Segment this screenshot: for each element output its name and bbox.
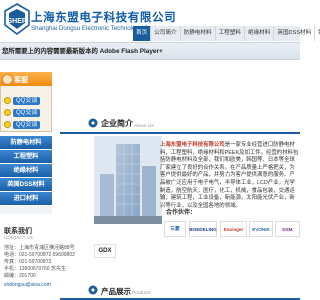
qq-penguin-icon bbox=[4, 97, 11, 104]
contact-address: 地址：上海市青浦区横泾路88号 bbox=[4, 245, 75, 251]
qq-penguin-icon bbox=[4, 121, 11, 128]
gdx-logo[interactable]: GDX bbox=[94, 244, 116, 258]
nav-home[interactable]: 首页 bbox=[133, 26, 152, 41]
logo-text: SHEP bbox=[7, 18, 26, 25]
nav-sales[interactable]: 销售 bbox=[315, 26, 320, 41]
nav-insulation[interactable]: 绝缘材料 bbox=[245, 26, 275, 41]
qq-chat-label: QQ交谈 bbox=[13, 120, 41, 129]
company-logo[interactable]: SHEP bbox=[4, 3, 30, 35]
about-icon bbox=[88, 118, 98, 128]
company-name-cn: 上海东盟电子科技有限公司 bbox=[31, 12, 177, 24]
partner-logo[interactable]: EVONIK bbox=[249, 221, 273, 237]
contact-title-en: CONTACT US bbox=[4, 235, 33, 240]
partners-label: 合作伙伴： bbox=[166, 210, 197, 216]
qq-chat-button[interactable]: QQ交谈 bbox=[4, 96, 48, 105]
products-title: 产品展示 bbox=[101, 287, 131, 296]
nav-plastics[interactable]: 工程塑料 bbox=[216, 26, 245, 41]
contact-postcode: 邮编：201700 bbox=[4, 273, 36, 279]
intro-body: 是一家专业经营进口防静电材料，工程塑料，绝缘材料和PEEK及加工件。经营的材料包… bbox=[160, 142, 299, 209]
service-title: 客服 bbox=[14, 77, 28, 84]
nav-antistatic[interactable]: 防静电材料 bbox=[181, 26, 216, 41]
category-antistatic[interactable]: 防静电材料 bbox=[0, 136, 52, 150]
nav-about[interactable]: 公司简介 bbox=[151, 26, 181, 41]
flash-notice[interactable]: 您所需要上的内容需要最新版本的 Adobe Flash Player+ bbox=[2, 46, 163, 55]
intro-lead: 上海东盟电子科技有限公司 bbox=[160, 142, 225, 148]
products-title-en: Products bbox=[132, 291, 151, 296]
partner-logo[interactable]: BOEDELING bbox=[189, 221, 217, 237]
category-imported[interactable]: 进口材料 bbox=[0, 192, 52, 206]
service-avatar-icon bbox=[2, 74, 13, 85]
qq-penguin-icon bbox=[4, 109, 11, 116]
qq-chat-button[interactable]: QQ交谈 bbox=[4, 120, 48, 129]
qq-chat-label: QQ交谈 bbox=[13, 96, 41, 105]
partner-logo[interactable]: Ensinger bbox=[220, 221, 247, 237]
qq-chat-label: QQ交谈 bbox=[13, 108, 41, 117]
category-insulation[interactable]: 绝缘材料 bbox=[0, 164, 52, 178]
contact-phone: 电话：021-59700872 59699802 bbox=[4, 252, 75, 258]
category-dss[interactable]: 英国DSS材料 bbox=[0, 178, 52, 192]
contact-fax: 传真：021-59700873 bbox=[4, 259, 52, 265]
partner-logo[interactable]: 三菱 bbox=[164, 221, 186, 237]
category-plastics[interactable]: 工程塑料 bbox=[0, 150, 52, 164]
office-building-image bbox=[94, 136, 162, 224]
products-icon bbox=[88, 285, 98, 295]
contact-email-link[interactable]: shdongsu@sina.com bbox=[4, 282, 51, 288]
main-nav: 首页 公司简介 防静电材料 工程塑料 绝缘材料 英国DSS材料 销售 bbox=[133, 26, 320, 41]
contact-mobile: 手机：13900670760 苏先生 bbox=[4, 266, 66, 272]
intro-title-en: About Us bbox=[134, 124, 154, 129]
nav-dss[interactable]: 英国DSS材料 bbox=[274, 26, 316, 41]
partner-logo[interactable]: DSM bbox=[275, 221, 300, 237]
intro-title: 企业简介 bbox=[101, 119, 133, 128]
intro-paragraph: 上海东盟电子科技有限公司是一家专业经营进口防静电材料，工程塑料，绝缘材料和PEE… bbox=[160, 142, 300, 210]
qq-chat-button[interactable]: QQ交谈 bbox=[4, 108, 48, 117]
